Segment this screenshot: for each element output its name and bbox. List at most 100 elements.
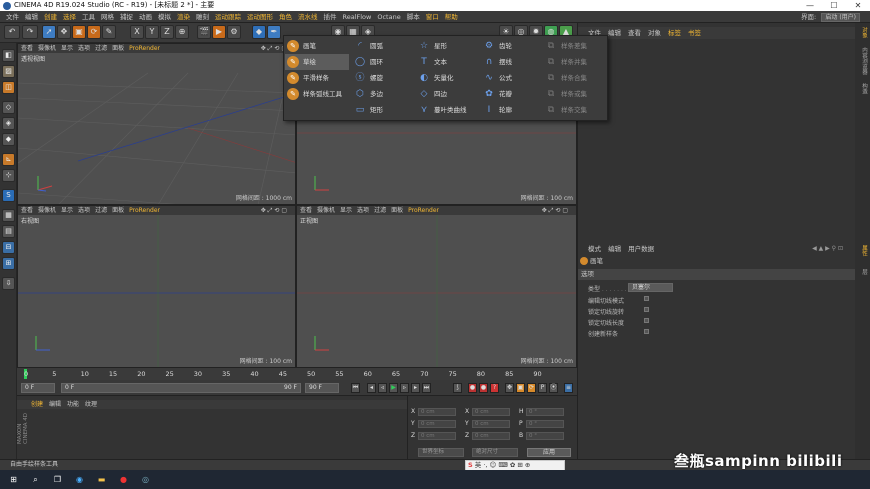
viewport-menu-item[interactable]: 面板 [391, 207, 403, 214]
start-frame-field[interactable]: 0 F [21, 383, 55, 393]
material-manager-tab[interactable]: 纹理 [85, 401, 97, 408]
menu-item[interactable]: 工具 [79, 11, 98, 23]
attr-tab-userdata[interactable]: 用户数据 [628, 245, 654, 253]
spline-menu-item[interactable]: ◇ 四边 [416, 86, 480, 102]
polygons-mode-icon[interactable]: ◆ [2, 133, 15, 146]
object-manager-tab[interactable]: 标签 [668, 29, 681, 37]
object-manager-tab[interactable]: 书签 [688, 29, 701, 37]
rotate-icon[interactable]: ⟳ [87, 25, 101, 39]
next-key-icon[interactable]: ▸ [411, 383, 420, 393]
select-arrow-icon[interactable]: ➚ [42, 25, 56, 39]
spline-menu-item[interactable]: I 轮廓 [481, 102, 545, 118]
spline-menu-item[interactable]: T 文本 [416, 54, 480, 70]
spline-menu-item[interactable]: ◐ 矢量化 [416, 70, 480, 86]
spline-menu-item[interactable]: ✎ 画笔 [285, 38, 349, 54]
spline-menu-item[interactable]: ⬡ 多边 [352, 86, 416, 102]
coord-size-field[interactable]: 0 cm [472, 408, 510, 416]
range-slider[interactable]: 0 F 90 F [61, 383, 301, 393]
menu-item[interactable]: 动画 [136, 11, 155, 23]
y-axis-icon[interactable]: Y [145, 25, 159, 39]
browser-icon[interactable]: ◉ [73, 473, 86, 486]
spline-menu-item[interactable]: ✎ 样条弧线工具 [285, 86, 349, 102]
viewport-menu-item[interactable]: 摄像机 [38, 45, 56, 52]
cinema4d-taskbar-icon[interactable]: ◎ [139, 473, 152, 486]
attr-tab-mode[interactable]: 模式 [588, 245, 601, 253]
attr-option-checkbox[interactable] [644, 318, 649, 323]
redo-icon[interactable]: ↷ [22, 25, 38, 39]
model-mode-icon[interactable]: ◫ [2, 81, 15, 94]
menu-item[interactable]: 捕捉 [117, 11, 136, 23]
spline-menu-item[interactable]: ▭ 矩形 [352, 102, 416, 118]
spline-menu-item[interactable]: ∩ 摆线 [481, 54, 545, 70]
material-manager-tab[interactable]: 功能 [67, 401, 79, 408]
coord-rotation-field[interactable]: 0 ° [526, 408, 564, 416]
material-manager-tab[interactable]: 编辑 [49, 401, 61, 408]
object-manager-tab[interactable]: 编辑 [608, 29, 621, 37]
recent-tools-icon[interactable]: ✎ [102, 25, 116, 39]
pla-key-icon[interactable]: ⦿ [549, 383, 558, 393]
viewport-menu-item[interactable]: 摄像机 [38, 207, 56, 214]
prev-key-icon[interactable]: ◂ [367, 383, 376, 393]
keyframe-selection-icon[interactable]: ? [490, 383, 499, 393]
render-view-icon[interactable]: 🎬 [197, 25, 211, 39]
viewport-right[interactable]: 查看 摄像机 显示 选项 过滤 面板 ProRender ✥ ⤢ ⟲ ▢ 右视图 网格间距 :… [17, 205, 296, 368]
grid-icon[interactable]: ▤ [2, 225, 15, 238]
viewport-nav-icons[interactable]: ✥ ⤢ ⟲ ▢ [542, 206, 568, 215]
menu-item[interactable]: 运动跟踪 [212, 11, 244, 23]
viewport-perspective[interactable]: 查看 摄像机 显示 选项 过滤 面板 ProRender ✥ ⤢ ⟲ ▢ 透视视图 网格间距 … [17, 43, 296, 205]
spline-pen-icon[interactable]: ✒ [267, 25, 281, 39]
tweak-icon[interactable]: ⊹ [2, 169, 15, 182]
object-manager-tab[interactable]: 对象 [648, 29, 661, 37]
play-icon[interactable]: ▶ [389, 383, 398, 393]
spline-menu-item[interactable]: ⧉ 样条合集 [543, 70, 607, 86]
menu-item[interactable]: 创建 [41, 11, 60, 23]
material-manager-tab[interactable]: 创建 [31, 401, 43, 408]
apply-button[interactable]: 应用 [527, 448, 571, 457]
rotation-key-icon[interactable]: ⟳ [527, 383, 536, 393]
task-view-icon[interactable]: ❐ [51, 473, 64, 486]
windows-start-icon[interactable]: ⊞ [7, 473, 20, 486]
attr-section-tab[interactable]: 选项 [578, 269, 856, 280]
spline-menu-item[interactable]: ◜ 圆弧 [352, 38, 416, 54]
coord-rotation-field[interactable]: 0 ° [526, 432, 564, 440]
texture-mode-icon[interactable]: ▨ [2, 65, 15, 78]
spline-menu-item[interactable]: ⚙ 齿轮 [481, 38, 545, 54]
menu-item[interactable]: 流水线 [295, 11, 321, 23]
menu-item[interactable]: 网格 [98, 11, 117, 23]
viewport-menu-item[interactable]: ProRender [408, 207, 439, 214]
menu-item[interactable]: 选择 [60, 11, 79, 23]
menu-item[interactable]: 角色 [276, 11, 295, 23]
right-tab[interactable]: 内容浏览器 [857, 47, 868, 75]
spline-menu-item[interactable]: ⧉ 样条或集 [543, 86, 607, 102]
auto-key-icon[interactable]: ● [479, 383, 488, 393]
media-app-icon[interactable]: ● [117, 473, 130, 486]
menu-item[interactable]: 插件 [321, 11, 340, 23]
z-axis-icon[interactable]: Z [160, 25, 174, 39]
right-tab[interactable]: 层 [857, 269, 868, 275]
menu-item[interactable]: 窗口 [423, 11, 442, 23]
snap-icon[interactable]: S [2, 189, 15, 202]
viewport-menu-item[interactable]: 显示 [340, 207, 352, 214]
viewport-menu-item[interactable]: 显示 [61, 207, 73, 214]
spline-menu-item[interactable]: ⧉ 样条差集 [543, 38, 607, 54]
make-editable-icon[interactable]: ◧ [2, 49, 15, 62]
render-settings-icon[interactable]: ⚙ [227, 25, 241, 39]
render-picture-viewer-icon[interactable]: ▶ [212, 25, 226, 39]
go-to-start-icon[interactable]: ⏮ [351, 383, 360, 393]
menu-item[interactable]: 编辑 [22, 11, 41, 23]
spline-menu-item[interactable]: ⓢ 螺旋 [352, 70, 416, 86]
workplane-icon[interactable]: ▦ [2, 209, 15, 222]
search-icon[interactable]: ⌕ [29, 473, 42, 486]
scale-icon[interactable]: ▣ [72, 25, 86, 39]
spline-menu-item[interactable]: ⋎ 蔓叶类曲线 [416, 102, 480, 118]
file-explorer-icon[interactable]: ▬ [95, 473, 108, 486]
menu-item[interactable]: 渲染 [174, 11, 193, 23]
viewport-front[interactable]: 查看 摄像机 显示 选项 过滤 面板 ProRender ✥ ⤢ ⟲ ▢ 正视图 网格间距 :… [296, 205, 577, 368]
menu-item[interactable]: RealFlow [340, 11, 375, 23]
enable-axis-icon[interactable]: ⊾ [2, 153, 15, 166]
viewport-menu-item[interactable]: 查看 [21, 207, 33, 214]
spline-menu-item[interactable]: ⧉ 样条交集 [543, 102, 607, 118]
x-axis-icon[interactable]: X [130, 25, 144, 39]
go-to-end-icon[interactable]: ⏭ [422, 383, 431, 393]
maximize-button[interactable]: ☐ [822, 0, 846, 11]
